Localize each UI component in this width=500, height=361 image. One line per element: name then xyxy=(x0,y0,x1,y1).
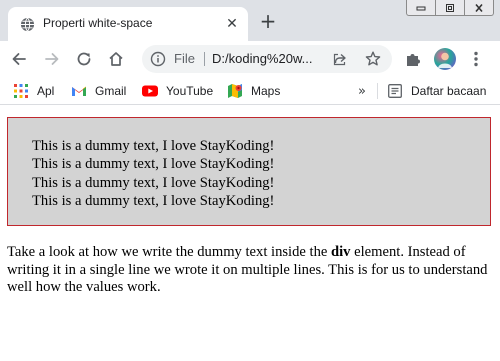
paragraph-text-start: Take a look at how we write the dummy te… xyxy=(7,244,332,260)
forward-arrow-icon[interactable] xyxy=(42,49,62,69)
tab-title: Properti white-space xyxy=(43,16,153,30)
dummy-text-line: This is a dummy text, I love StayKoding! xyxy=(32,156,275,173)
explanation-paragraph: Take a look at how we write the dummy te… xyxy=(7,244,491,297)
url-text[interactable]: D:/koding%20w... xyxy=(212,51,312,66)
minimize-icon[interactable] xyxy=(407,0,436,15)
bookmark-maps[interactable]: Maps xyxy=(227,82,280,100)
bookmark-youtube[interactable]: YouTube xyxy=(142,82,213,100)
bookmark-gmail[interactable]: Gmail xyxy=(71,82,126,100)
profile-avatar[interactable] xyxy=(434,48,456,70)
bookmark-label: YouTube xyxy=(166,84,214,98)
gmail-icon xyxy=(71,83,87,99)
reload-icon[interactable] xyxy=(74,49,94,69)
new-tab-button[interactable]: + xyxy=(258,11,278,31)
bookmarks-divider xyxy=(377,83,378,99)
bookmark-star-icon[interactable] xyxy=(364,50,382,68)
info-icon[interactable] xyxy=(150,51,166,67)
url-scheme-label: File xyxy=(174,51,195,66)
bookmark-label: Maps xyxy=(251,84,281,98)
browser-toolbar: File D:/koding%20w... xyxy=(0,41,500,77)
dummy-text-line: This is a dummy text, I love StayKoding! xyxy=(32,192,275,209)
bookmark-apps[interactable]: Apl xyxy=(13,82,54,100)
tab-close-icon[interactable]: ✕ xyxy=(224,16,240,32)
bookmarks-overflow-button[interactable]: » xyxy=(355,82,369,100)
globe-icon xyxy=(20,17,35,32)
white-space-demo-box: This is a dummy text, I love StayKoding!… xyxy=(7,117,491,226)
restore-icon[interactable] xyxy=(436,0,465,15)
window-controls xyxy=(406,0,494,16)
extensions-puzzle-icon[interactable] xyxy=(403,49,423,69)
bookmark-label: Apl xyxy=(37,84,55,98)
tab-strip: Properti white-space ✕ + xyxy=(0,0,500,41)
dummy-text-block: This is a dummy text, I love StayKoding!… xyxy=(32,137,274,210)
back-arrow-icon[interactable] xyxy=(9,49,29,69)
page-viewport: This is a dummy text, I love StayKoding!… xyxy=(0,106,500,361)
browser-tab[interactable]: Properti white-space ✕ xyxy=(8,7,248,41)
youtube-icon xyxy=(142,83,158,99)
dummy-text-line: This is a dummy text, I love StayKoding! xyxy=(32,138,275,154)
reading-list-button[interactable]: Daftar bacaan xyxy=(387,82,486,100)
home-icon[interactable] xyxy=(106,49,126,69)
maps-icon xyxy=(227,83,243,99)
address-bar[interactable]: File D:/koding%20w... xyxy=(142,45,392,73)
reading-list-label: Daftar bacaan xyxy=(411,84,487,98)
close-icon[interactable] xyxy=(465,0,493,15)
bookmarks-bar: Apl Gmail YouTube Maps » Daftar bacaan xyxy=(0,77,500,105)
omnibox-separator xyxy=(204,52,205,66)
paragraph-bold-term: div xyxy=(331,244,351,260)
share-icon[interactable] xyxy=(332,51,348,67)
reading-list-icon xyxy=(387,83,403,99)
apps-grid-icon xyxy=(13,83,29,99)
bookmark-label: Gmail xyxy=(95,84,127,98)
kebab-menu-icon[interactable] xyxy=(466,49,486,69)
dummy-text-line: This is a dummy text, I love StayKoding! xyxy=(32,174,275,191)
